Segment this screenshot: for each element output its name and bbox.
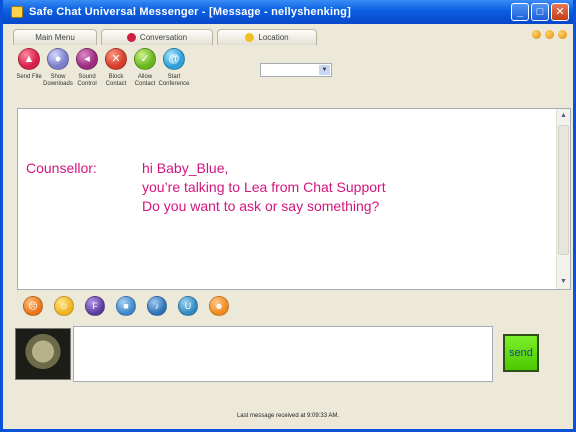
block-contact-button[interactable]: ✕ Block Contact (104, 48, 128, 106)
tab-label: Location (258, 33, 289, 42)
happy-smiley-icon[interactable]: ☺ (54, 296, 74, 316)
sound-icon: ◂ (76, 48, 98, 70)
toolbar: ▲ Send File ● Show Downloads ◂ Sound Con… (16, 48, 190, 106)
send-file-button[interactable]: ▲ Send File (16, 48, 42, 106)
tab-location[interactable]: Location (217, 29, 317, 45)
sound-control-button[interactable]: ◂ Sound Control (75, 48, 99, 106)
message-body: hi Baby_Blue, you’re talking to Lea from… (142, 159, 386, 216)
send-button[interactable]: send (503, 334, 539, 372)
app-icon (11, 6, 23, 18)
conversation-icon (126, 33, 136, 42)
tab-conversation[interactable]: Conversation (101, 29, 213, 45)
emoticon-bar: ☹ ☺ F ■ ♪ U ☻ (23, 296, 229, 316)
show-downloads-button[interactable]: ● Show Downloads (43, 48, 73, 106)
blue-emote-icon[interactable]: ♪ (147, 296, 167, 316)
angry-smiley-icon[interactable]: ☹ (23, 296, 43, 316)
tab-row: Main Menu Conversation Location (9, 27, 569, 45)
orange-emote-icon[interactable]: ☻ (209, 296, 229, 316)
scroll-down-icon[interactable]: ▼ (557, 276, 570, 288)
downloads-icon: ● (47, 48, 69, 70)
allow-contact-button[interactable]: ✓ Allow Contact (133, 48, 157, 106)
message-line: Do you want to ask or say something? (142, 198, 380, 214)
message-input[interactable] (73, 326, 493, 382)
scroll-thumb[interactable] (558, 125, 569, 255)
tab-label: Conversation (139, 33, 188, 42)
status-bar: Last message received at 9:09:33 AM. (236, 413, 340, 419)
block-icon: ✕ (105, 48, 127, 70)
square-emote-icon[interactable]: ■ (116, 296, 136, 316)
message-line: hi Baby_Blue, (142, 160, 229, 176)
avatar (15, 328, 71, 380)
conversation-area[interactable]: Counsellor: hi Baby_Blue, you’re talking… (17, 108, 571, 290)
message-sender: Counsellor: (26, 160, 97, 176)
indicator-icon (532, 30, 541, 39)
message-line: you’re talking to Lea from Chat Support (142, 179, 386, 195)
indicator-icon (558, 30, 567, 39)
tool-label: Start Conference (158, 74, 190, 87)
start-conference-button[interactable]: @ Start Conference (158, 48, 190, 106)
window-controls: _ □ ✕ (511, 3, 569, 21)
window-title: Safe Chat Universal Messenger - [Message… (29, 6, 351, 18)
chevron-down-icon[interactable]: ▼ (319, 65, 330, 75)
vertical-scrollbar[interactable]: ▲ ▼ (556, 109, 570, 289)
allow-icon: ✓ (134, 48, 156, 70)
maximize-button[interactable]: □ (531, 3, 549, 21)
messenger-window: Safe Chat Universal Messenger - [Message… (0, 0, 576, 432)
indicator-icon (545, 30, 554, 39)
title-bar[interactable]: Safe Chat Universal Messenger - [Message… (3, 0, 573, 24)
minimize-button[interactable]: _ (511, 3, 529, 21)
contact-select[interactable]: ▼ (260, 63, 332, 77)
location-icon (245, 33, 255, 42)
conference-icon: @ (163, 48, 185, 70)
send-file-icon: ▲ (18, 48, 40, 70)
scroll-up-icon[interactable]: ▲ (557, 110, 570, 122)
purple-emote-icon[interactable]: F (85, 296, 105, 316)
tab-label: Main Menu (35, 33, 75, 42)
tab-indicators (532, 30, 567, 39)
close-button[interactable]: ✕ (551, 3, 569, 21)
tab-main-menu[interactable]: Main Menu (13, 29, 97, 45)
teal-emote-icon[interactable]: U (178, 296, 198, 316)
